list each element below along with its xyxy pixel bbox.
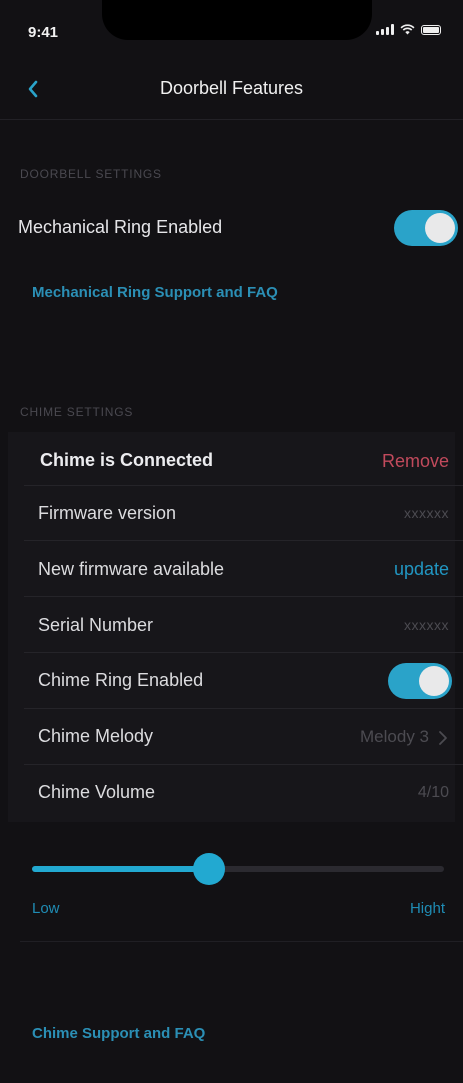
- serial-number-label: Serial Number: [38, 615, 154, 635]
- page-title: Doorbell Features: [159, 78, 304, 98]
- firmware-version-label: Firmware version: [38, 503, 177, 523]
- volume-slider-thumb[interactable]: [193, 853, 226, 885]
- volume-low-label: Low: [32, 900, 60, 917]
- firmware-version-value: xxxxxx: [404, 505, 449, 521]
- doorbell-settings-header: DOORBELL SETTINGS: [20, 167, 162, 181]
- volume-slider-fill: [32, 866, 210, 872]
- chime-melody-label: Chime Melody: [38, 726, 154, 746]
- volume-slider-track[interactable]: [32, 853, 444, 885]
- row-divider: [24, 708, 463, 709]
- chime-melody-value[interactable]: Melody 3: [360, 727, 429, 747]
- row-divider: [24, 764, 463, 765]
- mechanical-ring-toggle[interactable]: [394, 210, 458, 246]
- chime-connected-label: Chime is Connected: [40, 450, 214, 470]
- status-time: 9:41: [28, 24, 59, 41]
- chevron-right-icon[interactable]: [438, 730, 448, 746]
- device-notch: [102, 0, 372, 40]
- chime-support-link[interactable]: Chime Support and FAQ: [32, 1025, 205, 1042]
- row-divider: [24, 540, 463, 541]
- toggle-knob: [425, 213, 455, 243]
- battery-icon: [421, 24, 441, 35]
- mechanical-ring-label: Mechanical Ring Enabled: [18, 217, 223, 237]
- wifi-icon: [400, 24, 415, 35]
- remove-chime-button[interactable]: Remove: [382, 451, 449, 472]
- row-divider: [24, 596, 463, 597]
- volume-high-label: Hight: [409, 900, 445, 917]
- row-divider: [24, 485, 463, 486]
- new-firmware-label: New firmware available: [38, 559, 225, 579]
- serial-number-value: xxxxxx: [404, 617, 449, 633]
- toggle-knob: [419, 666, 449, 696]
- row-divider: [24, 652, 463, 653]
- screen: 9:41 Doorbell Features DOORBELL SETTINGS…: [0, 0, 463, 1083]
- chime-volume-label: Chime Volume: [38, 782, 156, 802]
- status-icons: [376, 24, 441, 35]
- chime-settings-header: CHIME SETTINGS: [20, 405, 134, 419]
- update-firmware-button[interactable]: update: [394, 559, 449, 580]
- chime-ring-label: Chime Ring Enabled: [38, 670, 204, 690]
- chime-volume-value: 4/10: [417, 784, 449, 801]
- section-divider: [20, 941, 463, 942]
- mechanical-ring-support-link[interactable]: Mechanical Ring Support and FAQ: [32, 284, 278, 301]
- chime-ring-toggle[interactable]: [388, 663, 452, 699]
- signal-icon: [376, 24, 394, 35]
- nav-divider: [0, 119, 463, 120]
